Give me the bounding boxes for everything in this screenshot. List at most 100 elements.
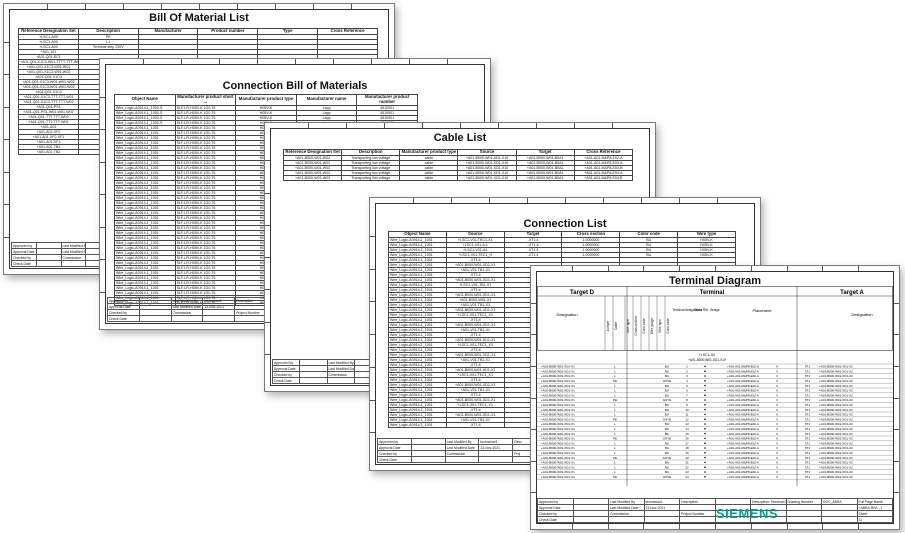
ruler-tick <box>531 397 536 399</box>
title-block-cell <box>821 516 858 523</box>
target-d-cell: +A01-B000-W01-XD1-X1 <box>541 422 575 426</box>
vertical-header: Wire gauge <box>650 318 654 335</box>
connection-dot <box>704 370 706 372</box>
target-d-cell: +A01-B000-W01-XD1-X1 <box>541 384 575 388</box>
target-a-cell: +A01-B000-W01-XD1-X2 <box>819 422 853 426</box>
table-cell: +A01-B000-W01-XD1-X10 <box>457 164 517 171</box>
terminal-diagram-sheet: Terminal Diagram Target D Terminal Target … <box>530 265 900 530</box>
title-block-cell <box>608 516 645 523</box>
target-a-cell: +A01-B000-W01-XD1-X2 <box>819 413 853 417</box>
ruler-tick <box>451 198 452 203</box>
column-header: Manufacturer product type <box>399 149 459 156</box>
ruler-tick <box>447 59 448 64</box>
column-header: Manufacturer product short ... <box>174 94 237 106</box>
terminal-number-cell: 16 <box>685 437 689 441</box>
ruler-tick <box>894 492 899 494</box>
connection-dot <box>704 389 706 392</box>
ruler-tick <box>4 106 9 108</box>
title-block-cell <box>35 260 62 267</box>
right-ruler <box>894 271 899 524</box>
ruler-tick <box>123 4 124 9</box>
color-cell: GNYE <box>663 475 672 479</box>
wire-type-cell: L <box>614 384 616 388</box>
target-d-cell: +A01-B000-W01-XD1-X1 <box>541 446 575 450</box>
color-cell: BU <box>665 451 669 455</box>
target-a-code-cell: 5T1 <box>805 413 811 417</box>
terminal-number-cell: 22 <box>685 465 689 469</box>
placement-cell: +A01-A01-M&P8-E02-A <box>727 384 759 388</box>
target-a-code-cell: 5T1 <box>805 374 811 378</box>
ruler-tick <box>641 198 642 203</box>
placement-cell: +A01-A01-M&P8-E02-A <box>727 389 759 393</box>
ruler-tick <box>265 321 270 323</box>
table-cell: Wire_Logic-A0914-1_1001 <box>388 421 447 428</box>
target-a-code-cell: 5T1 <box>805 446 811 450</box>
target-a-cell: +A01-B000-W01-XD1-X2 <box>819 441 853 445</box>
vertical-header: Jumper <box>606 320 610 332</box>
column-header: Manufacturer product number <box>356 94 418 106</box>
color-cell: GNYE <box>663 437 672 441</box>
ruler-tick <box>384 123 385 128</box>
placement-cell: +A01-A01-M&P8-E02-A <box>727 379 759 383</box>
title-block-cell: Check Date <box>107 315 140 322</box>
ruler-tick <box>265 289 270 291</box>
title-block-cell <box>410 456 446 463</box>
connection-dot <box>704 447 706 449</box>
terminal-number-cell: 1 <box>686 365 688 369</box>
ruler-tick <box>370 301 375 303</box>
wire-type-cell: L <box>614 427 616 431</box>
ruler-tick <box>237 4 238 9</box>
table-cell: +A01-Q01-X1C3-TTT-TTT-W01 <box>18 93 79 100</box>
target-d-label: Target D <box>570 290 595 296</box>
ruler-tick <box>422 123 423 128</box>
target-d-cell: +A01-B000-W01-XD1-X1 <box>541 369 575 373</box>
target-a-cell: +A01-B000-W01-XD1-X2 <box>819 417 853 421</box>
table-cell: +A01-Q01-X1C3-W01-W02 <box>18 68 79 75</box>
ruler-tick <box>460 123 461 128</box>
title-block-cell: Check Date <box>537 516 574 523</box>
wire-type-cell: PE <box>613 417 617 421</box>
ruler-tick <box>265 192 270 194</box>
mark-cell: X <box>776 379 778 383</box>
target-a-code-cell: 5T1 <box>805 398 811 402</box>
target-d-cell: +A01-B000-W01-XD1-X1 <box>541 451 575 455</box>
ruler-tick <box>295 59 296 64</box>
connection-dot <box>704 380 706 382</box>
ruler-tick <box>643 266 645 271</box>
placement-cell: +A01-A01-M&P8-E02-A <box>727 446 759 450</box>
color-cell: BU <box>665 446 669 450</box>
placement-cell: +A01-A01-M&P8-E02-A <box>727 465 759 469</box>
connection-dot <box>704 384 706 387</box>
wire-type-cell: PE <box>613 398 617 402</box>
target-d-cell: +A01-B000-W01-XD1-X1 <box>541 432 575 436</box>
target-a-code-cell: 5T1 <box>805 408 811 412</box>
wire-type-cell: PE <box>613 437 617 441</box>
ruler-tick <box>100 96 105 98</box>
target-a-cell: +A01-B000-W01-XD1-X2 <box>819 437 853 441</box>
placement-cell: +A01-A01-M&P8-E02-A <box>727 398 759 402</box>
connection-dot <box>704 461 706 464</box>
title-block-cell <box>326 377 355 384</box>
ruler-tick <box>47 4 48 9</box>
ruler-tick <box>679 266 681 271</box>
ruler-tick <box>100 161 105 163</box>
target-a-code-cell: 5T1 <box>805 470 811 474</box>
column-header: Manufacturer product type <box>235 94 297 106</box>
wire-type-cell: L <box>614 470 616 474</box>
table-cell: +A01-Q01-X1C3-W01-TTTT-TTT-W01 <box>18 58 79 65</box>
column-header: Reference Designation Set <box>282 149 343 156</box>
mark-cell: X <box>776 461 778 465</box>
ruler-tick <box>4 236 9 238</box>
terminal-title-block: Approved by Last Modified By technician1 De… <box>537 498 893 523</box>
color-cell: BU <box>665 408 669 412</box>
ruler-tick <box>489 198 490 203</box>
title-block-cell <box>299 377 328 384</box>
connection-dot <box>704 423 706 425</box>
target-d-cell: +A01-B000-W01-XD1-X1 <box>541 403 575 407</box>
top-ruler <box>375 198 755 203</box>
cable-title-block: Approved by Last Modified By Approval Date… <box>271 359 383 384</box>
wire-type-cell: L <box>614 374 616 378</box>
mark-cell: X <box>776 437 778 441</box>
terminal-label: Terminal <box>700 290 725 296</box>
table-cell: +A01-B000-W01-XD1-X10 <box>457 159 517 166</box>
